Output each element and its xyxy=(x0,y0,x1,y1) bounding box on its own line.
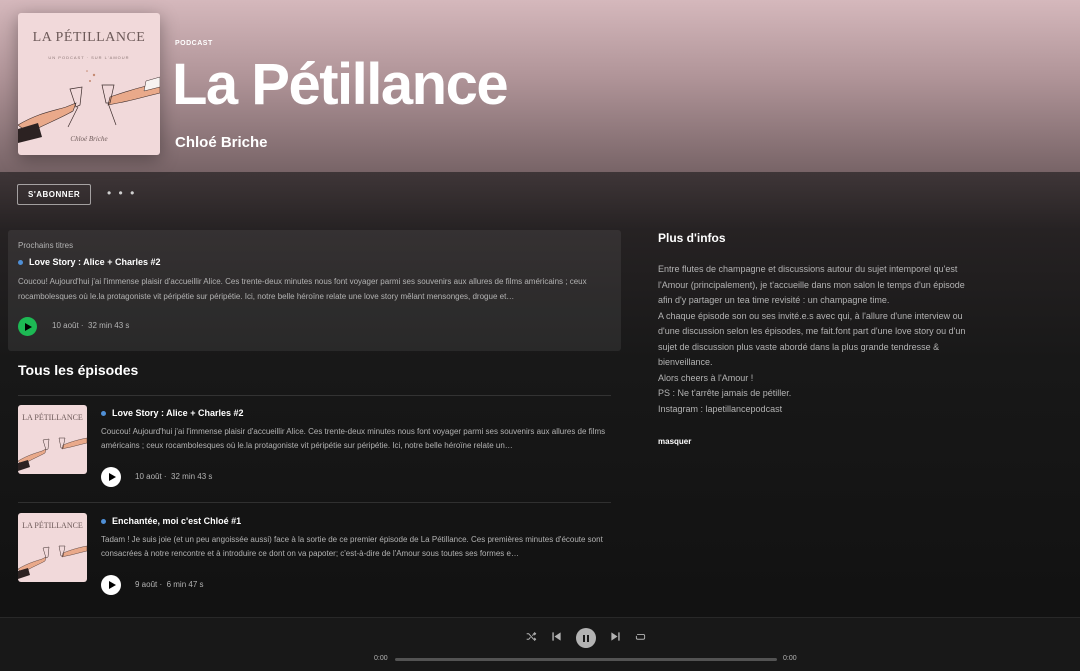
new-episode-dot-icon xyxy=(101,411,106,417)
episode-play-button[interactable] xyxy=(101,467,121,487)
header-background xyxy=(0,0,1080,172)
more-info-heading: Plus d'infos xyxy=(658,231,726,245)
podcast-cover: LA PÉTILLANCE UN PODCAST · SUR L'AMOUR C… xyxy=(18,13,160,155)
episode-date: 10 août xyxy=(135,472,162,481)
subscribe-button[interactable]: S'ABONNER xyxy=(17,184,92,205)
cover-title: LA PÉTILLANCE xyxy=(32,30,146,45)
thumbnail-title: LA PÉTILLANCE xyxy=(22,521,83,530)
total-time: 0:00 xyxy=(783,655,797,662)
more-options-button[interactable]: • • • xyxy=(107,186,136,200)
play-icon xyxy=(108,581,116,589)
episode-row[interactable]: LA PÉTILLANCE Love Story : Alice + Charl… xyxy=(18,405,611,500)
up-next-duration: 32 min 43 s xyxy=(88,321,130,330)
podcast-type-label: PODCAST xyxy=(175,40,213,47)
shuffle-icon[interactable] xyxy=(526,631,537,642)
episode-meta: 10 août · 32 min 43 s xyxy=(135,472,213,481)
podcast-description: Entre flutes de champagne et discussions… xyxy=(658,262,968,417)
champagne-toast-illustration xyxy=(18,545,87,579)
cover-signature: Chloé Briche xyxy=(70,135,108,143)
episode-play-button[interactable] xyxy=(101,575,121,595)
next-track-icon[interactable] xyxy=(610,631,621,642)
up-next-card[interactable]: Prochains titres Love Story : Alice + Ch… xyxy=(8,230,621,351)
up-next-meta: 10 août · 32 min 43 s xyxy=(52,321,130,330)
episode-row[interactable]: LA PÉTILLANCE Enchantée, moi c'est Chloé… xyxy=(18,513,611,608)
podcast-title: La Pétillance xyxy=(172,52,509,117)
up-next-play-button[interactable] xyxy=(18,317,37,336)
episode-duration: 6 min 47 s xyxy=(166,580,204,589)
episode-title-text: Enchantée, moi c'est Chloé #1 xyxy=(112,516,242,526)
episode-date: 9 août xyxy=(135,580,158,589)
up-next-episode-title[interactable]: Love Story : Alice + Charles #2 xyxy=(18,257,160,267)
up-next-description: Coucou! Aujourd'hui j'ai l'immense plais… xyxy=(18,277,587,301)
description-paragraph: A chaque épisode son ou ses invité.e.s a… xyxy=(658,310,966,368)
new-episode-dot-icon xyxy=(101,519,106,525)
repeat-icon[interactable] xyxy=(635,631,646,642)
cover-subtitle: UN PODCAST · SUR L'AMOUR xyxy=(48,55,130,60)
episode-thumbnail[interactable]: LA PÉTILLANCE xyxy=(18,513,87,582)
up-next-label: Prochains titres xyxy=(18,241,74,250)
episode-title[interactable]: Love Story : Alice + Charles #2 xyxy=(101,408,243,418)
play-icon xyxy=(108,473,116,481)
thumbnail-title: LA PÉTILLANCE xyxy=(22,413,83,422)
up-next-date: 10 août xyxy=(52,321,79,330)
playback-progress-bar[interactable] xyxy=(395,658,777,661)
pause-icon xyxy=(587,634,589,642)
up-next-title-text: Love Story : Alice + Charles #2 xyxy=(29,257,161,267)
divider xyxy=(18,395,611,396)
episode-description: Coucou! Aujourd'hui j'ai l'immense plais… xyxy=(101,427,606,450)
description-paragraph: Instagram : lapetillancepodcast xyxy=(658,403,783,414)
champagne-toast-illustration xyxy=(18,437,87,471)
new-episode-dot-icon xyxy=(18,260,23,266)
hide-description-link[interactable]: masquer xyxy=(658,437,691,446)
playback-bar: 0:00 0:00 xyxy=(0,617,1080,671)
play-icon xyxy=(25,322,32,331)
episode-thumbnail[interactable]: LA PÉTILLANCE xyxy=(18,405,87,474)
divider xyxy=(18,502,611,503)
previous-track-icon[interactable] xyxy=(551,631,562,642)
description-paragraph: Alors cheers à l'Amour ! xyxy=(658,372,754,383)
description-paragraph: PS : Ne t'arrête jamais de pétiller. xyxy=(658,388,792,398)
description-paragraph: Entre flutes de champagne et discussions… xyxy=(658,264,965,305)
all-episodes-heading: Tous les épisodes xyxy=(18,362,139,378)
champagne-toast-illustration xyxy=(18,70,160,143)
episode-duration: 32 min 43 s xyxy=(171,472,213,481)
episode-title-text: Love Story : Alice + Charles #2 xyxy=(112,408,244,418)
pause-button[interactable] xyxy=(576,628,596,648)
episode-description: Tadam ! Je suis joie (et un peu angoissé… xyxy=(101,535,603,558)
main-view: LA PÉTILLANCE UN PODCAST · SUR L'AMOUR C… xyxy=(0,0,1080,617)
episode-meta: 9 août · 6 min 47 s xyxy=(135,580,204,589)
episode-title[interactable]: Enchantée, moi c'est Chloé #1 xyxy=(101,516,241,526)
pause-icon xyxy=(583,634,585,642)
podcast-author[interactable]: Chloé Briche xyxy=(175,134,268,151)
elapsed-time: 0:00 xyxy=(374,655,388,662)
